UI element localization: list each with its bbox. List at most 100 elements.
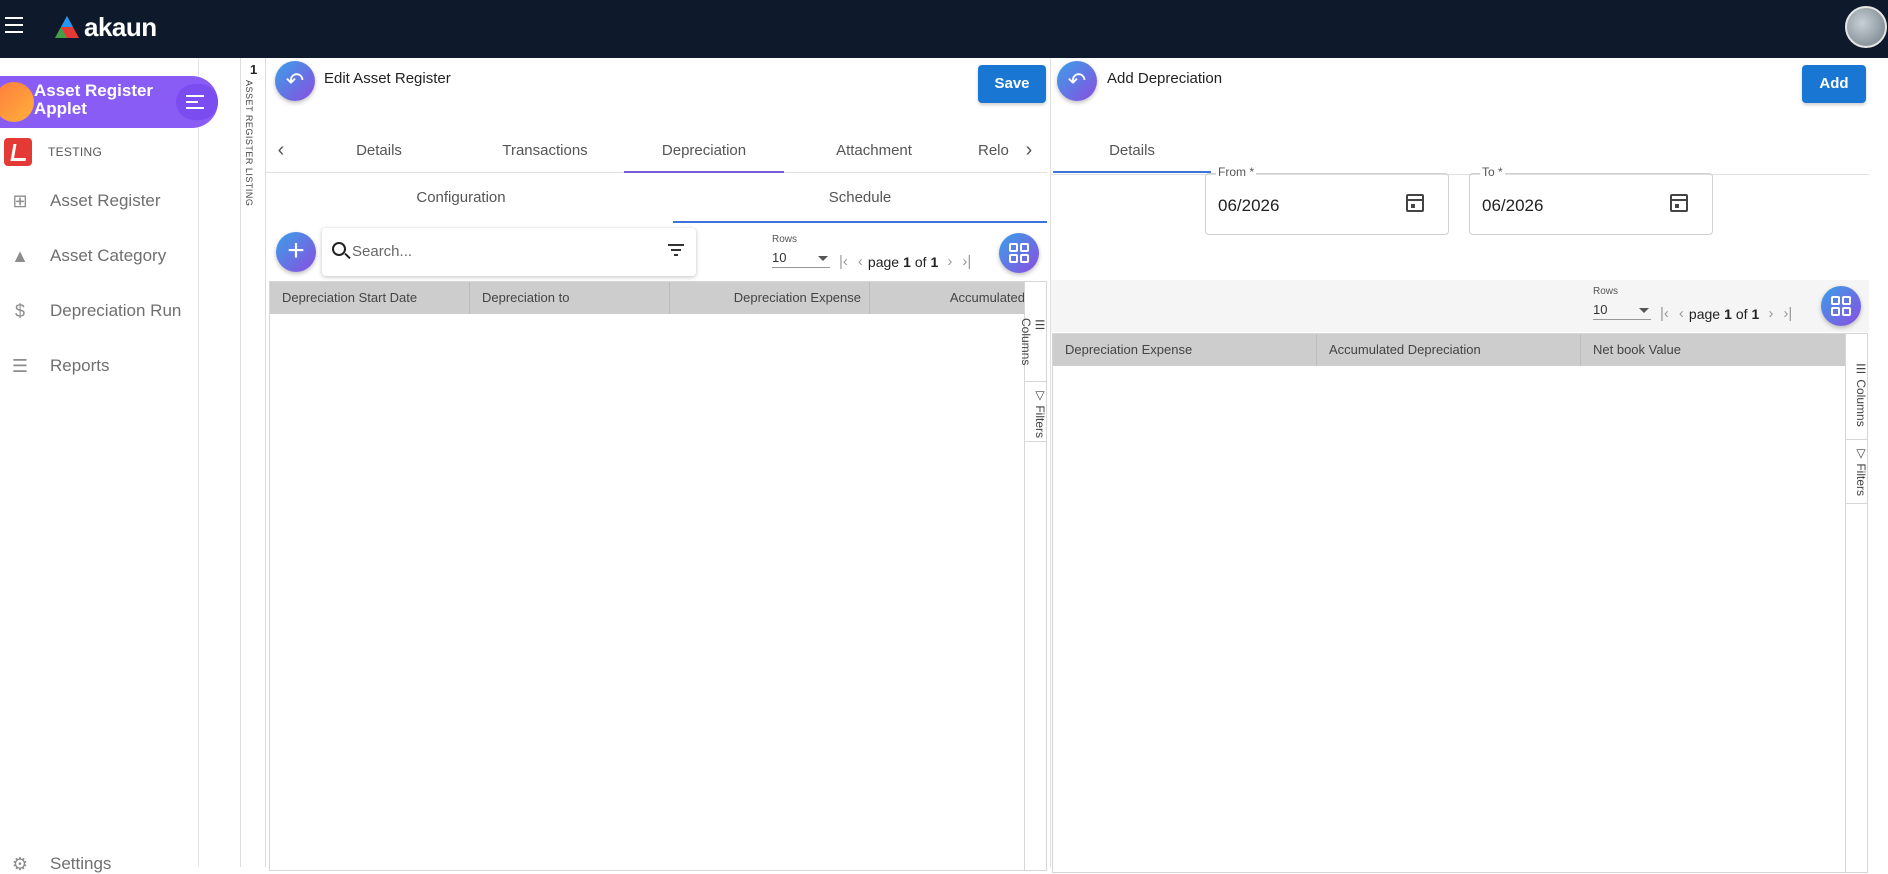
prev-page-icon[interactable]: ‹	[858, 253, 863, 270]
column-header[interactable]: Depreciation Start Date	[270, 282, 470, 314]
last-page-icon[interactable]: ›|	[962, 253, 971, 270]
chart-add-icon: ⊞	[12, 191, 28, 211]
prev-page-icon[interactable]: ‹	[1679, 305, 1684, 322]
calendar-icon[interactable]	[1406, 194, 1424, 212]
filters-tool[interactable]: ▽ Filters	[1025, 382, 1047, 442]
page-word: page	[867, 253, 900, 270]
tab-details[interactable]: Details	[320, 128, 438, 173]
add-button[interactable]: Add	[1802, 65, 1866, 103]
tab-details[interactable]: Details	[1053, 128, 1211, 173]
search-placeholder: Search...	[352, 243, 413, 260]
from-date-field[interactable]: From * 06/2026	[1205, 165, 1449, 235]
search-input[interactable]: Search...	[322, 228, 696, 276]
listing-count: 1	[250, 62, 258, 77]
grid-side-tools: ☰ Columns ▽ Filters	[1845, 334, 1868, 872]
last-page-icon[interactable]: ›|	[1783, 305, 1792, 322]
pagination: |‹ ‹ page 1 of 1 › ›|	[1655, 305, 1797, 322]
to-value: 06/2026	[1482, 196, 1544, 215]
org-logo-icon	[4, 138, 32, 166]
filter-icon[interactable]	[668, 244, 684, 256]
column-header[interactable]: Accumulated	[870, 282, 1025, 314]
save-button[interactable]: Save	[978, 65, 1046, 103]
chevron-right-icon[interactable]: ›	[1014, 128, 1044, 173]
rows-per-page-select[interactable]: 10	[772, 250, 830, 268]
page-number: 1	[1724, 305, 1732, 322]
page-total: 1	[930, 253, 939, 270]
calendar-icon[interactable]	[1670, 194, 1688, 212]
subtab-configuration[interactable]: Configuration	[266, 173, 656, 223]
tab-relations[interactable]: Relo	[978, 128, 1014, 173]
rows-per-page-select[interactable]: 10	[1593, 302, 1651, 320]
back-button[interactable]: ↶	[1057, 61, 1097, 101]
from-label: From *	[1216, 165, 1256, 179]
asset-register-listing-tab[interactable]: 1 ASSET REGISTER LISTING	[240, 58, 266, 867]
filters-tool[interactable]: ▽ Filters	[1846, 440, 1868, 504]
table-header: Depreciation Start Date Depreciation to …	[270, 282, 1046, 314]
page-number: 1	[903, 253, 911, 270]
top-bar: akaun	[0, 0, 1888, 58]
tab-transactions[interactable]: Transactions	[478, 128, 612, 173]
grid-view-button[interactable]	[999, 233, 1039, 273]
column-header[interactable]: Net book Value	[1581, 334, 1845, 366]
next-page-icon[interactable]: ›	[1768, 305, 1773, 322]
sidebar-item-depreciation-run[interactable]: $ Depreciation Run	[10, 301, 181, 321]
org-selector[interactable]: TESTING	[4, 138, 102, 166]
sidebar-item-label: Asset Register	[50, 191, 161, 210]
user-avatar[interactable]	[1845, 6, 1887, 48]
of-word: of	[914, 253, 927, 270]
filters-tool-label: Filters	[1033, 405, 1047, 439]
column-header[interactable]: Depreciation to	[470, 282, 670, 314]
akaun-logo[interactable]: akaun	[54, 12, 157, 42]
search-icon	[332, 242, 346, 256]
of-word: of	[1735, 305, 1748, 322]
logo-mark-icon	[55, 16, 79, 38]
from-value: 06/2026	[1218, 196, 1280, 215]
sidebar-item-asset-category[interactable]: ▲ Asset Category	[10, 246, 166, 266]
tab-depreciation[interactable]: Depreciation	[624, 128, 784, 173]
grid-view-button[interactable]	[1821, 286, 1861, 326]
depreciation-subtabs: Configuration Schedule	[266, 173, 1047, 223]
tab-divider	[1051, 174, 1869, 175]
chevron-left-icon[interactable]: ‹	[266, 128, 296, 173]
columns-tool-label: Columns	[1854, 379, 1868, 427]
sidebar-item-reports[interactable]: ☰ Reports	[10, 356, 110, 376]
columns-tool[interactable]: ☰ Columns	[1846, 356, 1868, 440]
schedule-table: Depreciation Start Date Depreciation to …	[269, 281, 1047, 871]
first-page-icon[interactable]: |‹	[1660, 305, 1669, 322]
sidebar-item-settings[interactable]: ⚙ Settings	[10, 854, 112, 874]
column-header[interactable]: Accumulated Depreciation	[1317, 334, 1581, 366]
column-header[interactable]: Depreciation Expense	[670, 282, 870, 314]
back-button[interactable]: ↶	[275, 61, 315, 101]
applet-icon	[0, 82, 34, 122]
panel-title: Edit Asset Register	[324, 70, 451, 87]
sidebar-item-label: Reports	[50, 356, 110, 375]
page-word: page	[1688, 305, 1721, 322]
to-label: To *	[1480, 165, 1505, 179]
columns-tool[interactable]: ☰ Columns	[1019, 312, 1047, 382]
subtab-schedule[interactable]: Schedule	[673, 173, 1047, 223]
org-label: TESTING	[48, 145, 103, 159]
funnel-icon: ▽	[1033, 388, 1047, 406]
grid-side-tools: ☰ Columns ▽ Filters	[1019, 282, 1047, 870]
applet-title: Asset Register Applet	[34, 81, 154, 118]
tab-attachment[interactable]: Attachment	[804, 128, 944, 173]
collapse-sidebar-icon[interactable]	[176, 84, 218, 120]
to-date-field[interactable]: To * 06/2026	[1469, 165, 1713, 235]
column-header[interactable]: Depreciation Expense	[1053, 334, 1317, 366]
next-page-icon[interactable]: ›	[947, 253, 952, 270]
menu-icon[interactable]	[5, 17, 23, 33]
funnel-icon: ▽	[1854, 446, 1868, 464]
listing-label: ASSET REGISTER LISTING	[244, 80, 254, 207]
table-header: Depreciation Expense Accumulated Depreci…	[1053, 334, 1867, 366]
applet-header: Asset Register Applet	[0, 76, 218, 128]
sidebar-item-label: Asset Category	[50, 246, 167, 265]
dollar-icon: $	[14, 301, 25, 321]
add-button[interactable]: +	[276, 232, 316, 272]
first-page-icon[interactable]: |‹	[839, 253, 848, 270]
rows-label: Rows	[772, 234, 798, 245]
sidebar: Asset Register Applet TESTING ⊞ Asset Re…	[0, 58, 218, 874]
sidebar-item-label: Settings	[50, 854, 112, 873]
filters-tool-label: Filters	[1854, 463, 1868, 497]
edit-tabs: ‹ Details Transactions Depreciation Atta…	[266, 128, 1047, 173]
sidebar-item-asset-register[interactable]: ⊞ Asset Register	[10, 191, 161, 211]
